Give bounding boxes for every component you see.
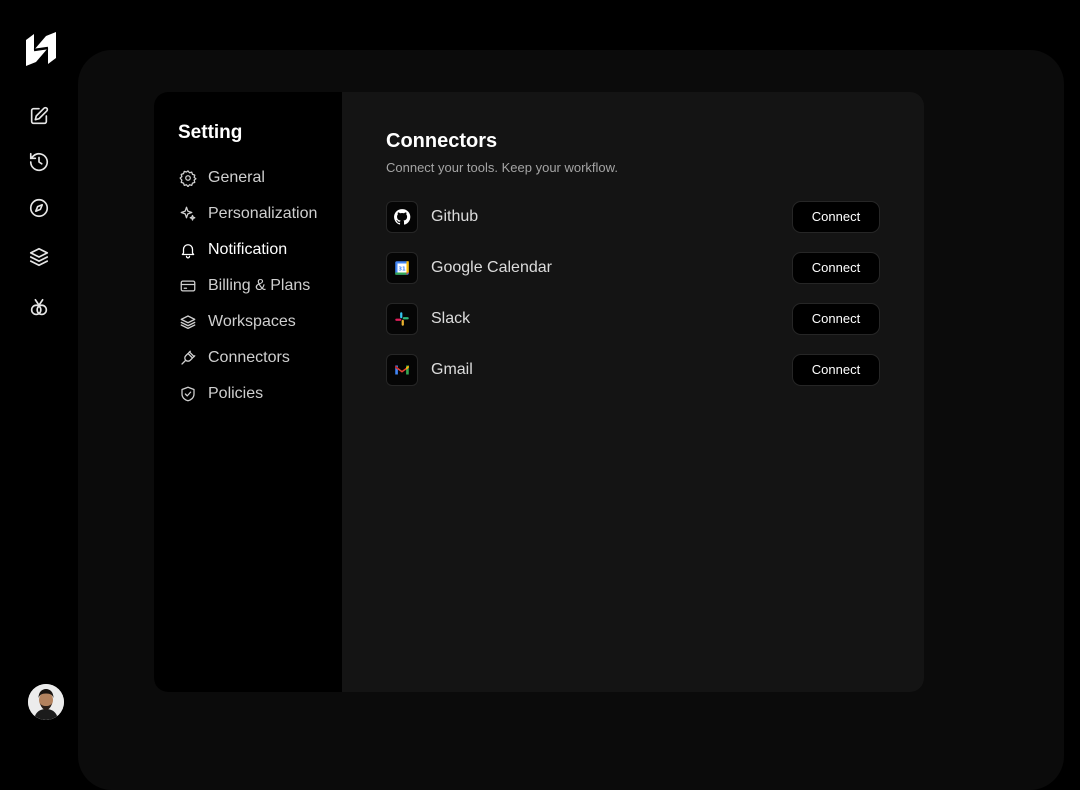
settings-nav-policies[interactable]: Policies — [178, 376, 342, 412]
settings-nav-billing[interactable]: Billing & Plans — [178, 268, 342, 304]
connect-gmail-button[interactable]: Connect — [792, 353, 880, 386]
brand-logo-icon[interactable] — [24, 30, 58, 68]
settings-nav-label: Personalization — [208, 205, 318, 222]
connector-name: Google Calendar — [431, 258, 552, 276]
connector-row-github: Github Connect — [386, 191, 880, 242]
settings-nav-label: Workspaces — [208, 313, 296, 330]
connectors-subtitle: Connect your tools. Keep your workflow. — [386, 160, 618, 175]
connector-row-slack: Slack Connect — [386, 293, 880, 344]
settings-nav-notification[interactable]: Notification — [178, 232, 342, 268]
sparkle-icon — [178, 204, 198, 224]
settings-nav-label: Policies — [208, 385, 264, 402]
connectors-title: Connectors — [386, 130, 498, 152]
compass-icon[interactable] — [24, 193, 54, 223]
user-avatar[interactable] — [28, 684, 64, 720]
connect-slack-button[interactable]: Connect — [792, 302, 880, 335]
layers-icon — [178, 312, 198, 332]
history-icon[interactable] — [24, 147, 54, 177]
new-chat-icon[interactable] — [24, 101, 54, 131]
connector-name: Gmail — [431, 360, 473, 378]
connector-row-gmail: Gmail Connect — [386, 344, 880, 395]
settings-nav-label: Notification — [208, 241, 288, 258]
settings-nav-workspaces[interactable]: Workspaces — [178, 304, 342, 340]
bell-icon — [178, 240, 198, 260]
settings-nav-label: General — [208, 169, 265, 186]
app-rail — [0, 0, 78, 768]
connector-name: Slack — [431, 309, 471, 327]
plug-icon — [178, 348, 198, 368]
connect-google-calendar-button[interactable]: Connect — [792, 251, 880, 284]
settings-modal: Setting General Personalization Notifica… — [154, 92, 924, 692]
connect-github-button[interactable]: Connect — [792, 200, 880, 233]
settings-nav-connectors[interactable]: Connectors — [178, 340, 342, 376]
settings-sidebar: Setting General Personalization Notifica… — [154, 92, 342, 692]
settings-nav-personalization[interactable]: Personalization — [178, 196, 342, 232]
connectors-list: Github Connect 31 Google Calendar Connec… — [386, 191, 880, 395]
svg-text:31: 31 — [398, 266, 406, 272]
gmail-icon — [386, 353, 418, 386]
plugin-icon[interactable] — [24, 293, 54, 323]
settings-nav-general[interactable]: General — [178, 160, 342, 196]
layers-icon[interactable] — [24, 242, 54, 272]
connector-row-google-calendar: 31 Google Calendar Connect — [386, 242, 880, 293]
settings-title: Setting — [178, 122, 243, 143]
gear-icon — [178, 168, 198, 188]
github-icon — [386, 200, 418, 233]
google-calendar-icon: 31 — [386, 251, 418, 284]
settings-nav-label: Billing & Plans — [208, 277, 311, 294]
settings-nav-label: Connectors — [208, 349, 290, 366]
slack-icon — [386, 302, 418, 335]
connector-name: Github — [431, 207, 479, 225]
card-icon — [178, 276, 198, 296]
shield-check-icon — [178, 384, 198, 404]
connectors-panel: Connectors Connect your tools. Keep your… — [342, 92, 924, 692]
